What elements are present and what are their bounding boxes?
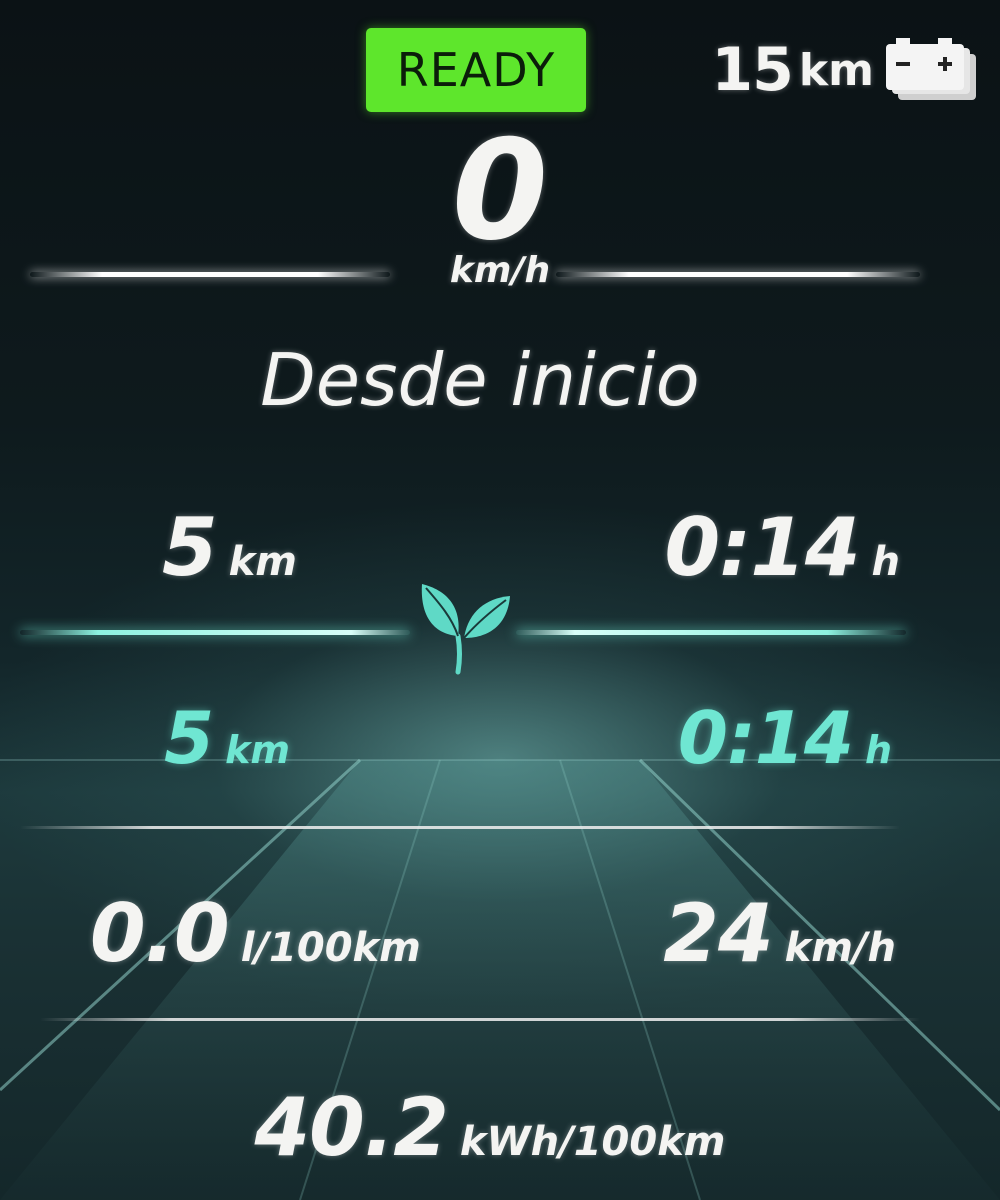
energy-consumption: 40.2 kWh/100km (0, 1088, 980, 1168)
fuel-consumption-unit: l/100km (240, 925, 421, 971)
instrument-cluster-screen: READY 15 km 0 km/h Desde inicio 5 km 0:14… (0, 0, 1000, 1200)
eco-divider-right (516, 630, 906, 635)
fuel-consumption-value: 0.0 (90, 887, 230, 980)
average-speed-unit: km/h (784, 925, 896, 971)
range-value: 15 (711, 35, 793, 105)
average-speed-value: 24 (663, 887, 773, 980)
total-distance-value: 5 (162, 501, 218, 594)
trip-section-title: Desde inicio (260, 338, 700, 422)
energy-consumption-unit: kWh/100km (459, 1119, 726, 1165)
eco-time: 0:14 h (678, 702, 892, 774)
total-time: 0:14 h (665, 508, 900, 588)
total-time-value: 0:14 (664, 501, 861, 594)
average-speed: 24 km/h (663, 894, 896, 974)
eco-distance-unit: km (225, 728, 290, 772)
total-distance-unit: km (228, 539, 297, 585)
leaf-icon (421, 584, 510, 675)
total-distance: 5 km (162, 508, 297, 588)
divider-consumption-bottom (40, 1018, 920, 1021)
battery-icon (886, 38, 976, 100)
eco-distance: 5 km (164, 702, 290, 774)
eco-time-unit: h (864, 728, 892, 772)
speed-unit: km/h (449, 250, 551, 291)
eco-divider-left (20, 630, 410, 635)
ready-status-badge: READY (366, 28, 586, 112)
energy-consumption-value: 40.2 (254, 1081, 449, 1174)
speed-value: 0 (451, 110, 549, 271)
electric-range-indicator: 15 km (711, 28, 980, 112)
range-unit: km (798, 44, 874, 96)
eco-distance-value: 5 (164, 696, 214, 780)
speed-divider-left (30, 272, 390, 277)
fuel-consumption: 0.0 l/100km (90, 894, 421, 974)
divider-consumption-top (20, 826, 900, 829)
speed-divider-right (556, 272, 920, 277)
eco-time-value: 0:14 (677, 696, 854, 780)
total-time-unit: h (871, 539, 900, 585)
